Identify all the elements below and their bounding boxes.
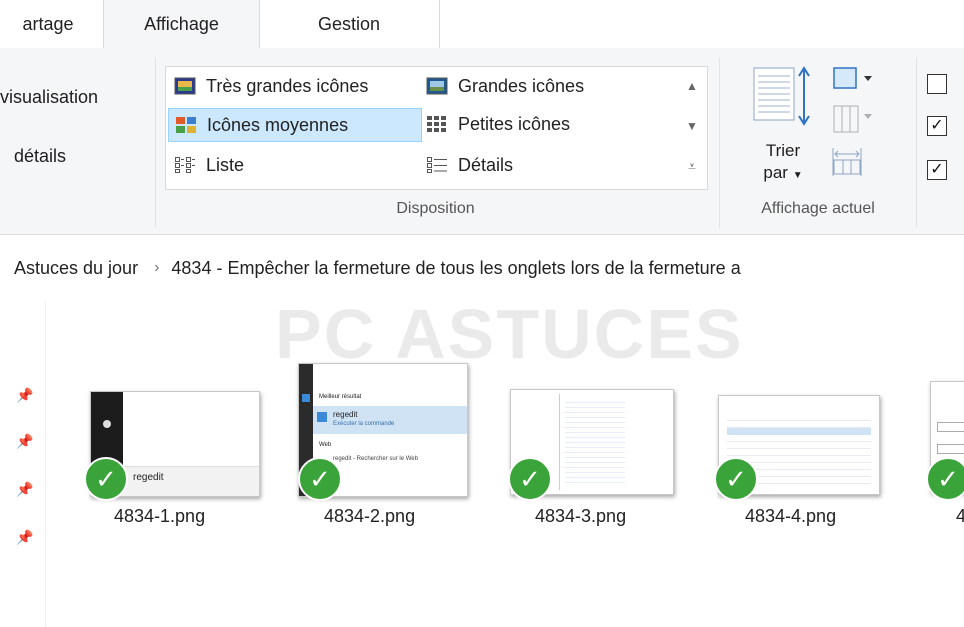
file-item[interactable]: ✓ 4 — [926, 381, 964, 531]
tab-affichage[interactable]: Affichage — [103, 0, 260, 49]
add-columns-button[interactable] — [830, 100, 878, 136]
sync-ok-icon: ✓ — [84, 457, 128, 501]
medium-icons-icon — [175, 116, 197, 134]
watermark-logo: PC ASTUCES — [275, 295, 744, 373]
pin-icon: 📌 — [16, 387, 34, 403]
group-separator — [916, 58, 917, 228]
file-item[interactable]: regedit ✓ 4834-1.png — [84, 391, 264, 531]
sync-ok-icon: ✓ — [714, 457, 758, 501]
file-name: 4 — [956, 506, 964, 526]
sort-by-button[interactable]: Trier par ▼ — [748, 140, 818, 187]
breadcrumb-separator-icon[interactable]: › — [154, 259, 159, 277]
layout-details[interactable]: Détails — [426, 149, 513, 181]
group-separator — [155, 58, 156, 228]
layout-group-label: Disposition — [396, 200, 475, 217]
file-name: 4834-2.png — [324, 506, 416, 526]
file-item[interactable]: ✓ 4834-3.png — [508, 389, 688, 531]
tab-partage[interactable]: artage — [0, 0, 96, 48]
checkbox-file-extensions[interactable]: ✓ — [927, 116, 947, 136]
gallery-scroll-down-icon[interactable]: ▼ — [678, 107, 706, 145]
checkbox-item-checkboxes[interactable] — [927, 74, 947, 94]
preview-pane-button[interactable]: visualisation — [0, 87, 98, 108]
nav-pane-edge — [45, 301, 46, 627]
list-view-icon — [174, 156, 196, 174]
pin-icon: 📌 — [16, 481, 34, 497]
large-icons-icon — [426, 77, 448, 95]
layout-extra-large-icons[interactable]: Très grandes icônes — [174, 70, 368, 102]
gallery-scroll-up-icon[interactable]: ▲ — [678, 67, 706, 105]
pin-icon: 📌 — [16, 433, 34, 449]
sync-ok-icon: ✓ — [298, 457, 342, 501]
checkmark-icon: ✓ — [930, 161, 944, 178]
layout-medium-icons[interactable]: Icônes moyennes — [168, 108, 422, 142]
layout-list[interactable]: Liste — [174, 149, 244, 181]
details-pane-button[interactable]: détails — [14, 146, 66, 167]
current-view-group-label: Affichage actuel — [761, 200, 875, 217]
file-name: 4834-3.png — [535, 506, 627, 526]
sort-by-icon — [752, 64, 812, 130]
checkmark-icon: ✓ — [930, 117, 944, 134]
file-item[interactable]: ✓ 4834-4.png — [714, 395, 894, 531]
breadcrumb-item-astuces[interactable]: Astuces du jour — [14, 258, 138, 279]
sync-ok-icon: ✓ — [508, 457, 552, 501]
extra-large-icons-icon — [174, 77, 196, 95]
layout-small-icons[interactable]: Petites icônes — [426, 108, 570, 140]
gallery-expand-icon[interactable]: ⩡ — [678, 147, 706, 185]
layout-large-icons[interactable]: Grandes icônes — [426, 70, 584, 102]
checkbox-hidden-items[interactable]: ✓ — [927, 160, 947, 180]
dropdown-arrow-icon: ▼ — [792, 170, 803, 181]
file-item[interactable]: Meilleur résultat regedit Exécuter la co… — [298, 363, 478, 531]
file-list-area: 📌 📌 📌 📌 PC ASTUCES regedit ✓ 4834-1.png … — [0, 291, 964, 627]
sync-ok-icon: ✓ — [926, 457, 964, 501]
file-name: 4834-4.png — [745, 506, 837, 526]
ribbon: visualisation détails Très grandes icône… — [0, 48, 964, 235]
breadcrumb: Astuces du jour › 4834 - Empêcher la fer… — [0, 245, 964, 291]
pin-icon: 📌 — [16, 529, 34, 545]
tab-gestion[interactable]: Gestion — [259, 0, 440, 48]
small-icons-icon — [426, 115, 448, 133]
group-by-button[interactable] — [832, 64, 880, 94]
details-view-icon — [426, 156, 448, 174]
breadcrumb-item-current[interactable]: 4834 - Empêcher la fermeture de tous les… — [171, 258, 740, 279]
layout-gallery: Très grandes icônes Grandes icônes Icône… — [165, 66, 708, 190]
fit-columns-icon[interactable] — [830, 142, 866, 178]
ribbon-tab-bar: artage Affichage Gestion — [0, 0, 964, 49]
file-name: 4834-1.png — [114, 506, 206, 526]
